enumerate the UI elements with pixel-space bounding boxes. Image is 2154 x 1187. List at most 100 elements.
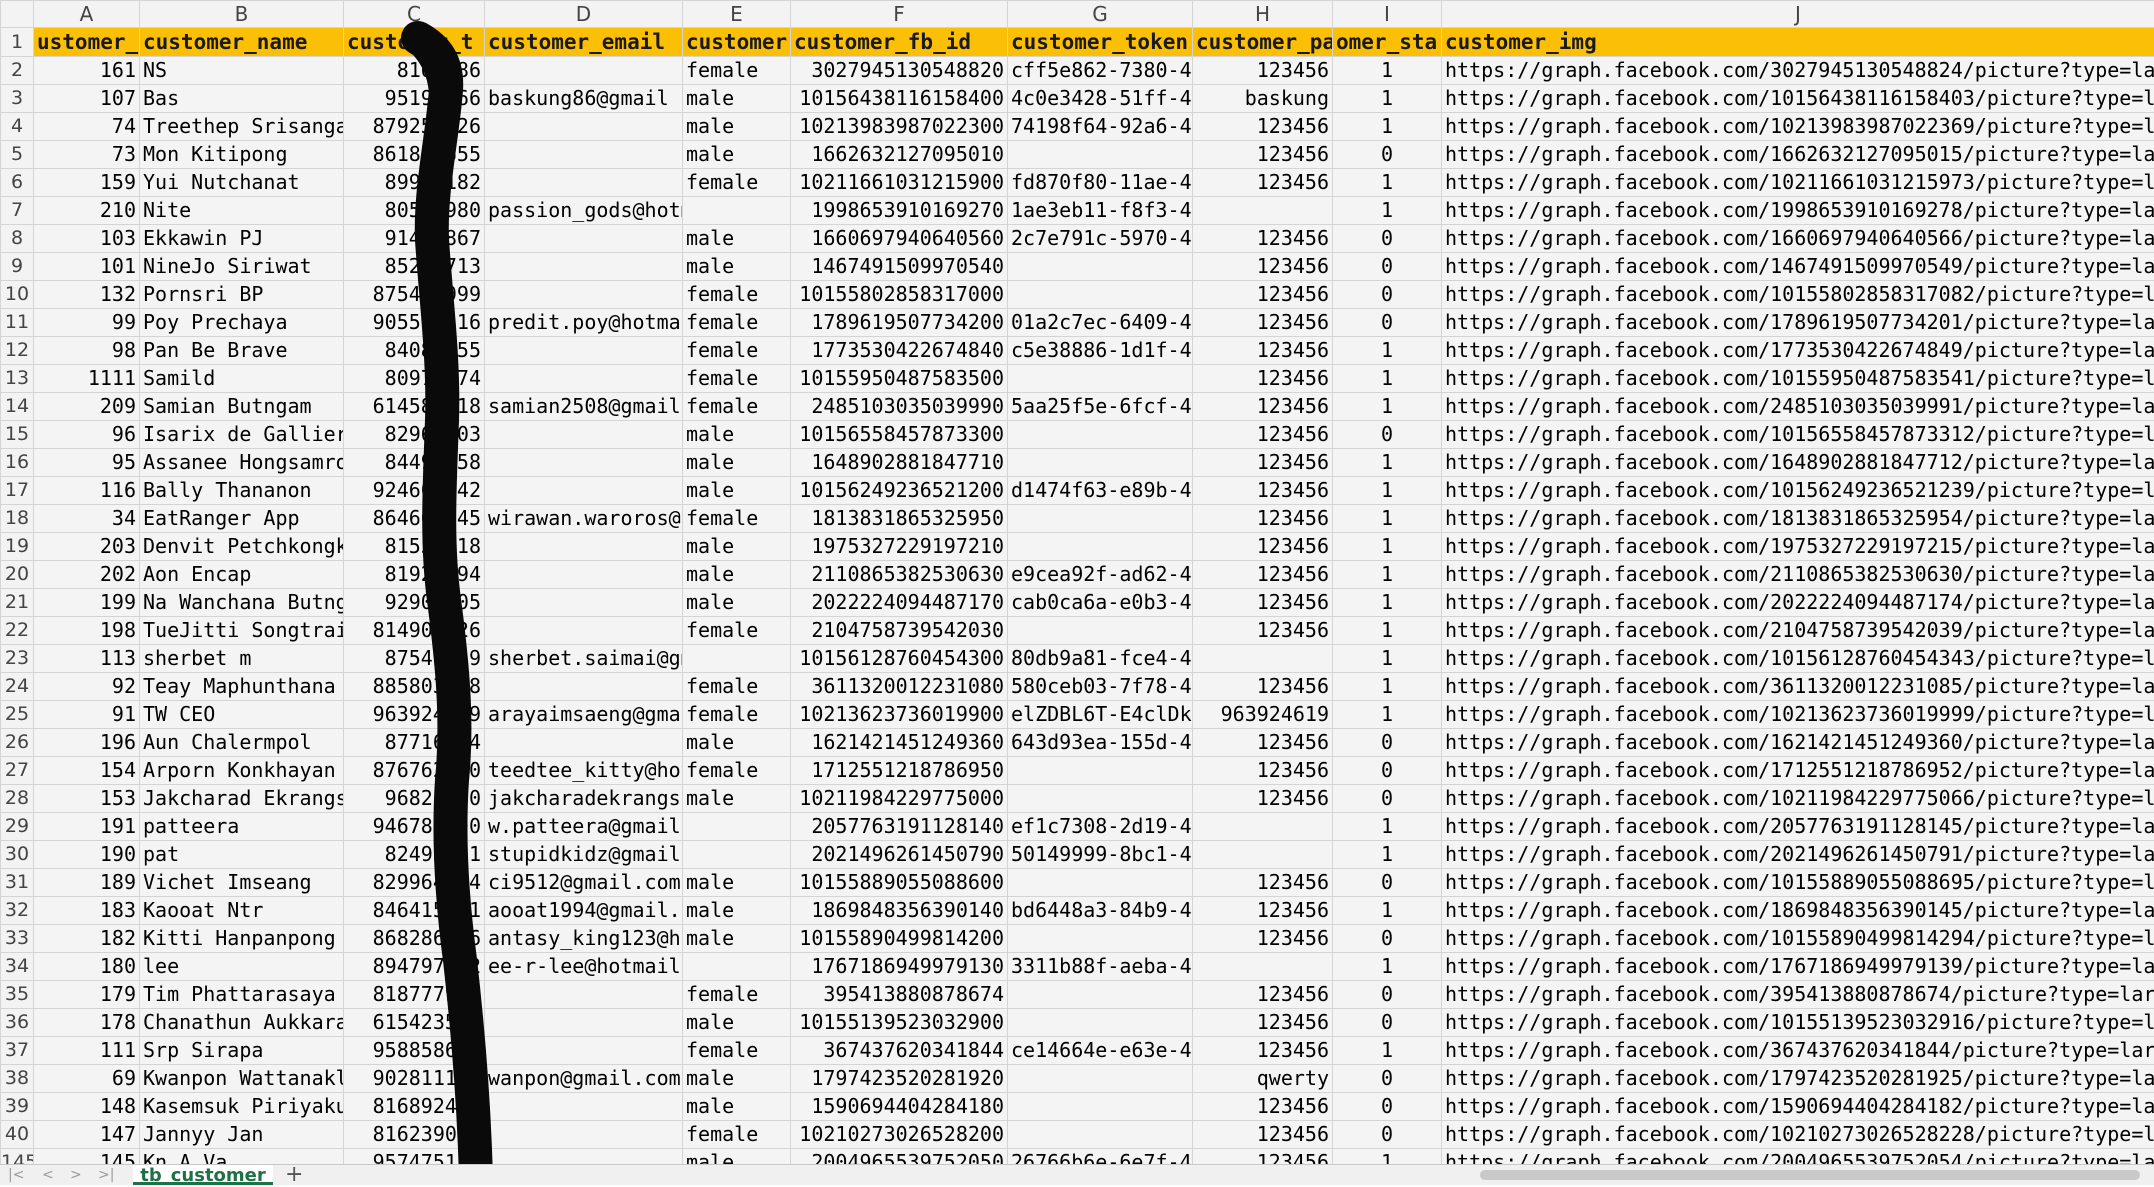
cell-i[interactable]: 0 [1333,421,1442,449]
row-number[interactable]: 17 [1,477,34,505]
row-number[interactable]: 27 [1,757,34,785]
cell-i[interactable]: 1 [1333,673,1442,701]
cell-d[interactable] [485,113,683,141]
cell-a[interactable]: 116 [34,477,140,505]
cell-e[interactable]: female [683,617,791,645]
cell-h[interactable]: 123456 [1193,1037,1333,1065]
cell-f[interactable]: 1869848356390140 [791,897,1008,925]
cell-c[interactable]: 82495091 [344,841,485,869]
row-number[interactable]: 23 [1,645,34,673]
cell-h[interactable]: 123456 [1193,1009,1333,1037]
cell-c[interactable]: 894797672 [344,953,485,981]
cell-c[interactable]: 829964444 [344,869,485,897]
cell-h[interactable]: 123456 [1193,365,1333,393]
cell-g[interactable]: ce14664e-e63e-44f [1008,1037,1193,1065]
cell-g[interactable]: d1474f63-e89b-46b [1008,477,1193,505]
cell-d[interactable] [485,1009,683,1037]
cell-j[interactable]: https://graph.facebook.com/1789619507734… [1442,309,2154,337]
cell-i[interactable]: 0 [1333,253,1442,281]
sheet-tab-tb-customer[interactable]: tb_customer [133,1165,273,1185]
cell-i[interactable]: 0 [1333,1121,1442,1149]
cell-d[interactable]: samian2508@gmail.c [485,393,683,421]
cell-e[interactable]: male [683,561,791,589]
cell-h[interactable] [1193,645,1333,673]
cell-i[interactable]: 0 [1333,925,1442,953]
cell-a[interactable]: 73 [34,141,140,169]
cell-i[interactable]: 0 [1333,1065,1442,1093]
row-number[interactable]: 19 [1,533,34,561]
cell-a[interactable]: 199 [34,589,140,617]
cell-j[interactable]: https://graph.facebook.com/1021027302652… [1442,1121,2154,1149]
cell-f[interactable]: 10155890499814200 [791,925,1008,953]
cell-g[interactable]: 80db9a81-fce4-4058-9f0c-45db40 [1008,645,1193,673]
cell-a[interactable]: 147 [34,1121,140,1149]
cell-i[interactable]: 1 [1333,85,1442,113]
cell-e[interactable]: female [683,169,791,197]
cell-f[interactable]: 1789619507734200 [791,309,1008,337]
cell-b[interactable]: Tim Phattarasaya [140,981,344,1009]
header-cell-h[interactable]: customer_pa [1193,28,1333,57]
cell-e[interactable]: female [683,57,791,85]
cell-c[interactable]: 879251626 [344,113,485,141]
cell-h[interactable]: 123456 [1193,281,1333,309]
row-number[interactable]: 21 [1,589,34,617]
cell-h[interactable]: 123456 [1193,1093,1333,1121]
cell-h[interactable]: 123456 [1193,673,1333,701]
cell-f[interactable]: 10210273026528200 [791,1121,1008,1149]
cell-c[interactable]: 958858687 [344,1037,485,1065]
cell-e[interactable] [683,953,791,981]
cell-g[interactable]: 1ae3eb11-f8f3-4b1d-abb9-62cea8 [1008,197,1193,225]
cell-h[interactable]: 123456 [1193,477,1333,505]
cell-f[interactable]: 1660697940640560 [791,225,1008,253]
cell-d[interactable] [485,449,683,477]
cell-c[interactable]: 846415421 [344,897,485,925]
cell-a[interactable]: 198 [34,617,140,645]
cell-c[interactable]: 861876655 [344,141,485,169]
row-number[interactable]: 18 [1,505,34,533]
cell-f[interactable]: 2104758739542030 [791,617,1008,645]
cell-a[interactable]: 34 [34,505,140,533]
cell-b[interactable]: Pornsri BP [140,281,344,309]
cell-f[interactable]: 2057763191128140 [791,813,1008,841]
row-number[interactable]: 34 [1,953,34,981]
cell-a[interactable]: 107 [34,85,140,113]
cell-c[interactable]: 946789900 [344,813,485,841]
cell-i[interactable]: 1 [1333,505,1442,533]
row-number[interactable]: 36 [1,1009,34,1037]
cell-g[interactable]: elZDBL6T-E4clDk6L [1008,701,1193,729]
cell-c[interactable]: 87542949 [344,645,485,673]
cell-e[interactable]: male [683,729,791,757]
cell-i[interactable]: 0 [1333,785,1442,813]
cell-j[interactable]: https://graph.facebook.com/1712551218786… [1442,757,2154,785]
row-number[interactable]: 29 [1,813,34,841]
cell-j[interactable]: https://graph.facebook.com/3611320012231… [1442,673,2154,701]
cell-i[interactable]: 0 [1333,281,1442,309]
cell-d[interactable] [485,729,683,757]
cell-j[interactable]: https://graph.facebook.com/1590694404284… [1442,1093,2154,1121]
cell-b[interactable]: NS [140,57,344,85]
cell-g[interactable]: bd6448a3-84b9-4f0 [1008,897,1193,925]
cell-i[interactable]: 1 [1333,393,1442,421]
cell-f[interactable]: 1590694404284180 [791,1093,1008,1121]
cell-i[interactable]: 1 [1333,337,1442,365]
cell-b[interactable]: pat [140,841,344,869]
cell-i[interactable]: 1 [1333,897,1442,925]
cell-j[interactable]: https://graph.facebook.com/3954138808786… [1442,981,2154,1009]
cell-g[interactable] [1008,449,1193,477]
cell-i[interactable]: 1 [1333,113,1442,141]
cell-b[interactable]: patteera [140,813,344,841]
row-number[interactable]: 25 [1,701,34,729]
cell-g[interactable] [1008,281,1193,309]
cell-h[interactable]: 123456 [1193,533,1333,561]
cell-h[interactable]: qwerty [1193,1065,1333,1093]
cell-f[interactable]: 10155802858317000 [791,281,1008,309]
row-number[interactable]: 35 [1,981,34,1009]
row-number[interactable]: 24 [1,673,34,701]
cell-j[interactable]: https://graph.facebook.com/1015580285831… [1442,281,2154,309]
row-number[interactable]: 8 [1,225,34,253]
cell-j[interactable]: https://graph.facebook.com/1015655845787… [1442,421,2154,449]
cell-h[interactable]: 123456 [1193,449,1333,477]
cell-d[interactable] [485,477,683,505]
cell-e[interactable]: female [683,505,791,533]
cell-d[interactable]: jakcharadekrangsi@ [485,785,683,813]
